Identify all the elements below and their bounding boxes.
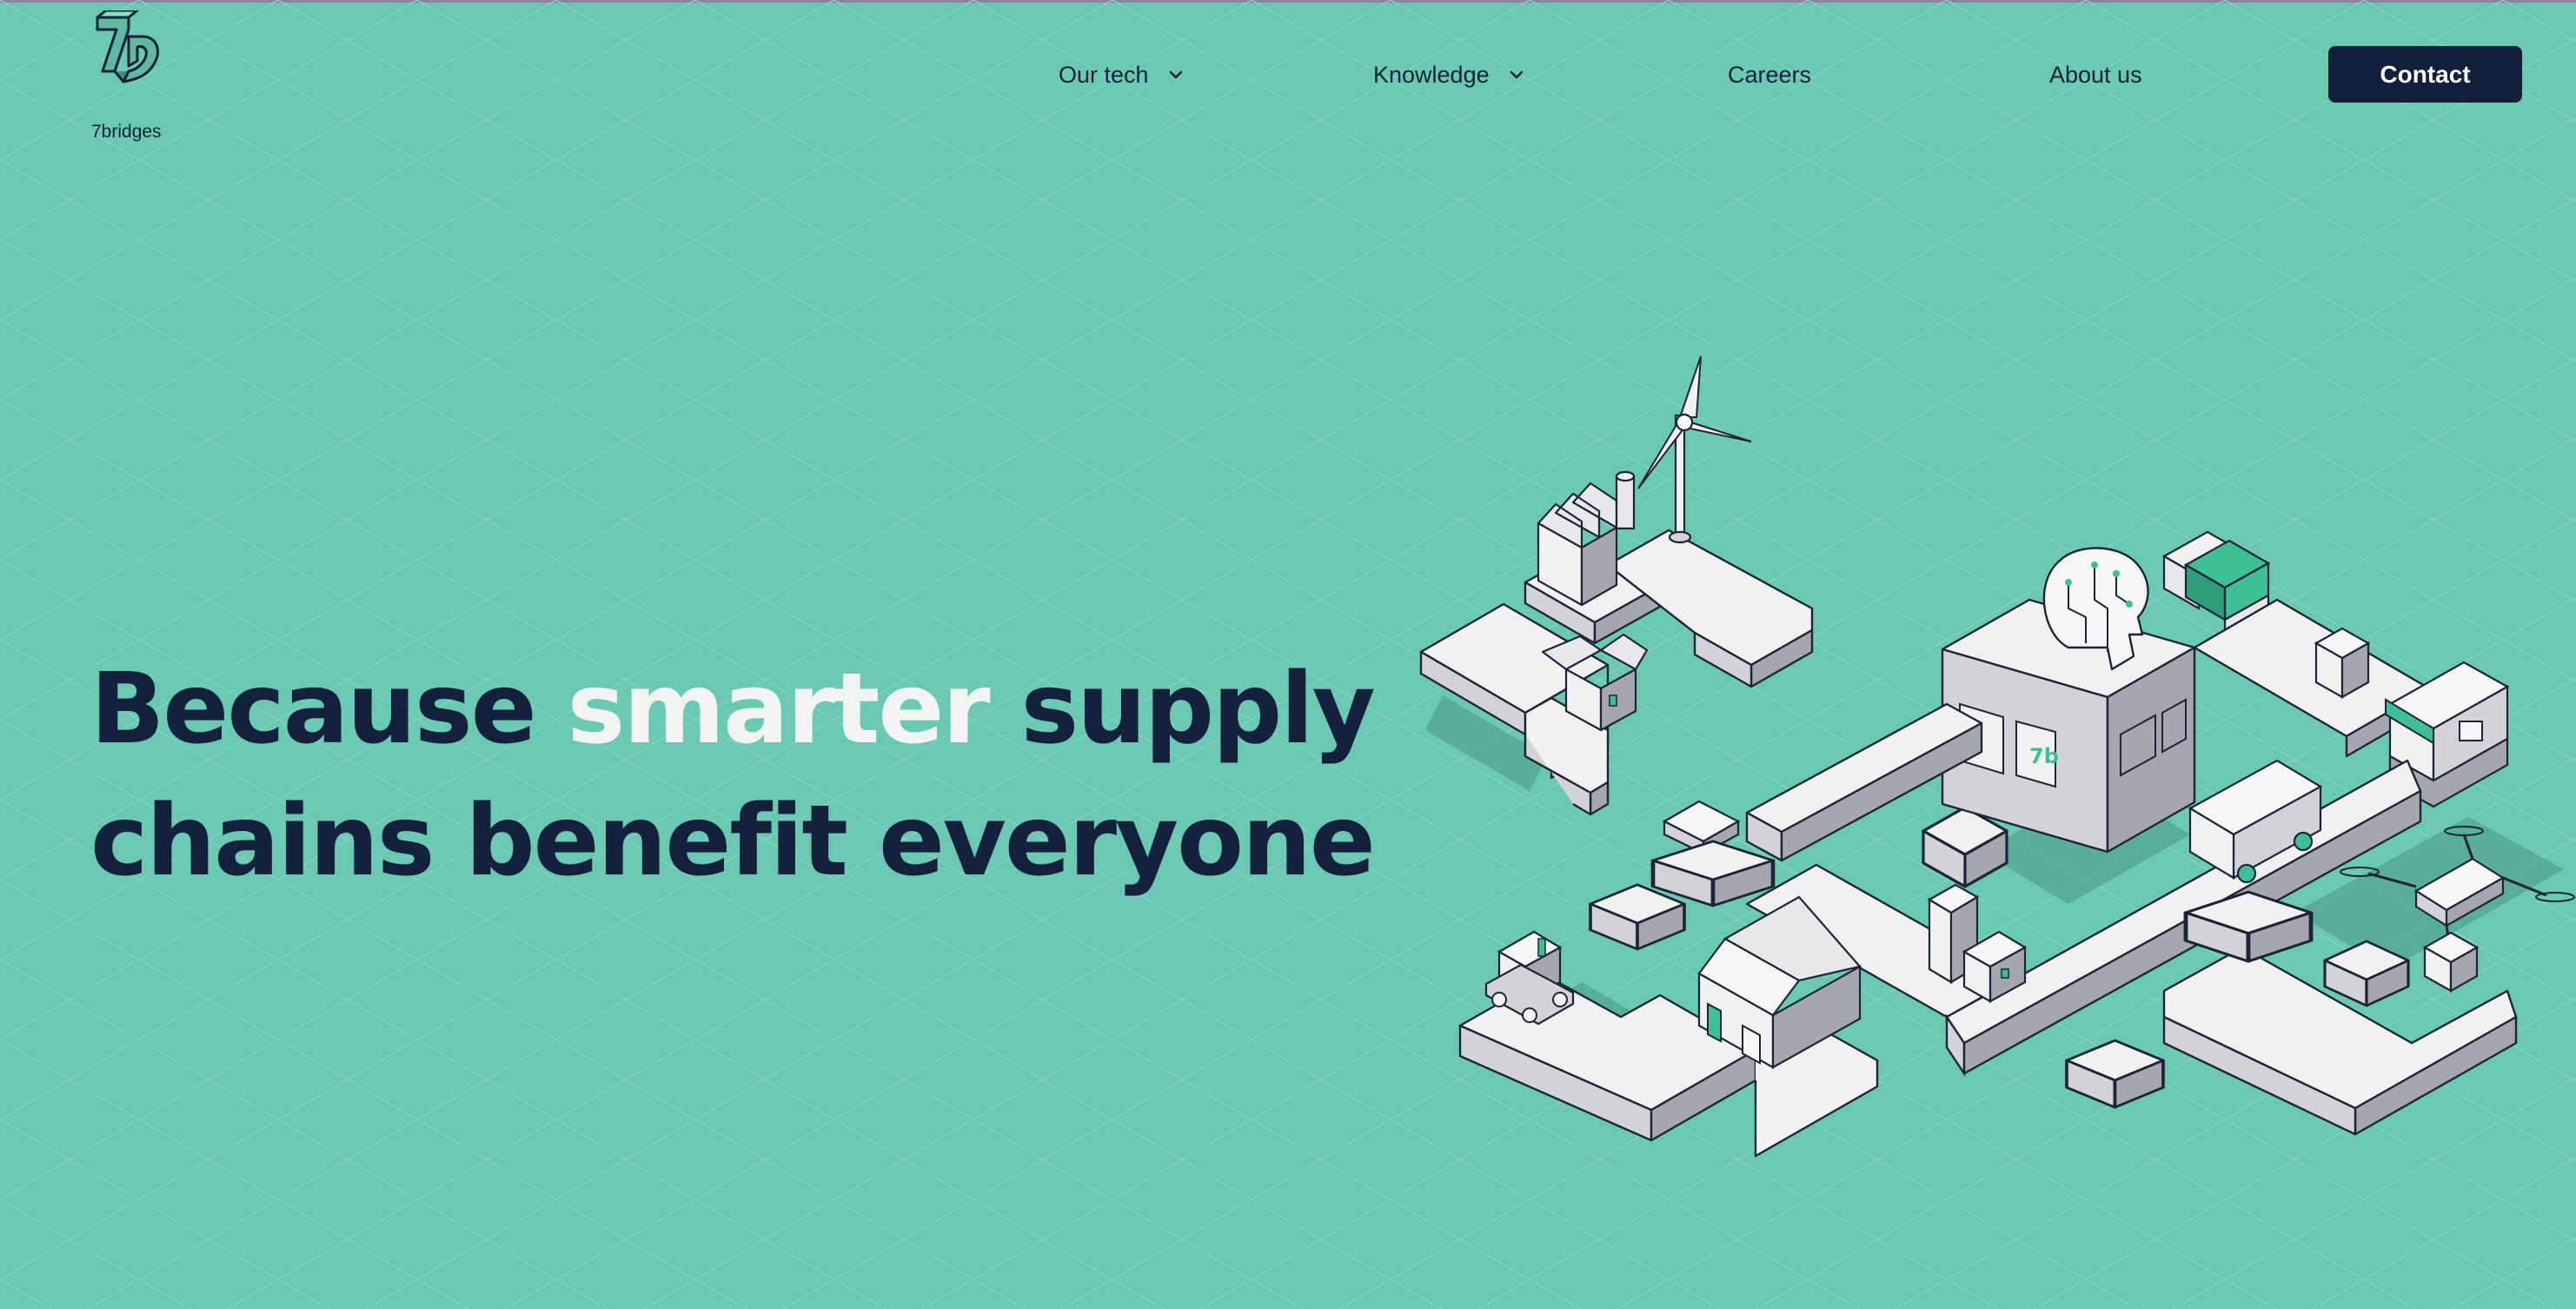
svg-text:7b: 7b [2029,744,2059,768]
nav-about-us-label: About us [2049,61,2142,88]
chevron-down-icon [1169,70,1182,79]
nav-about-us[interactable]: About us [2049,54,2142,96]
nav-our-tech-label: Our tech [1059,61,1149,88]
logo[interactable]: 7bridges [87,7,174,146]
headline-line1-start: Because [90,653,568,766]
headline-highlight-word: smarter [567,653,991,766]
headline-line1-end: supply [988,653,1376,766]
package-icon [2314,627,2371,699]
nav-our-tech[interactable]: Our tech [1059,54,1184,96]
nav-careers-label: Careers [1728,61,1812,88]
hero-headline: Because smarter supply chains benefit eve… [90,643,1376,907]
headline-line2: chains benefit everyone [90,785,1376,898]
chevron-down-icon [1510,70,1523,79]
wind-turbine-icon [1637,355,1752,544]
contact-button[interactable]: Contact [2328,46,2522,103]
nav-careers[interactable]: Careers [1728,54,1811,96]
nav-knowledge[interactable]: Knowledge [1373,54,1524,96]
nav-knowledge-label: Knowledge [1373,61,1490,88]
logo-text: 7bridges [91,122,162,142]
logo-mark-icon [96,10,159,83]
supply-chain-illustration: 7b [1419,355,2575,1158]
